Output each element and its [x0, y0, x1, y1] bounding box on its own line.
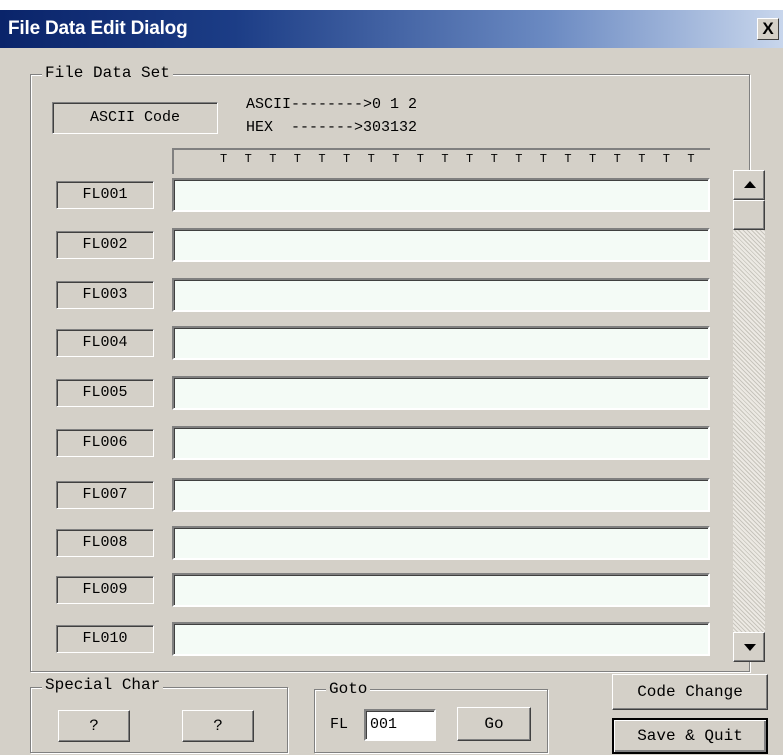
vertical-scrollbar[interactable]: [733, 170, 765, 662]
row-label-fl003: FL003: [56, 281, 154, 309]
row-field-fl002[interactable]: [172, 228, 710, 262]
ruler-tick: T: [367, 152, 375, 166]
row-field-fl001[interactable]: [172, 178, 710, 212]
special-char-button-1[interactable]: ?: [58, 710, 130, 742]
special-char-button-2[interactable]: ?: [182, 710, 254, 742]
row-label-fl006: FL006: [56, 429, 154, 457]
ruler-tick: T: [662, 152, 670, 166]
scroll-down-button[interactable]: [733, 632, 765, 662]
special-char-legend: Special Char: [42, 676, 164, 694]
row-label-fl010: FL010: [56, 625, 154, 653]
save-quit-button[interactable]: Save & Quit: [612, 718, 768, 754]
ruler-tick: T: [318, 152, 326, 166]
title-bar[interactable]: File Data Edit Dialog X: [0, 10, 783, 48]
row-label-fl008: FL008: [56, 529, 154, 557]
hex-hint: HEX ------->303132: [246, 119, 418, 136]
row-field-fl003[interactable]: [172, 278, 710, 312]
file-data-set-legend: File Data Set: [42, 64, 173, 82]
row-label-fl009: FL009: [56, 576, 154, 604]
ruler-tick: T: [269, 152, 277, 166]
ruler-tick: T: [466, 152, 474, 166]
goto-legend: Goto: [326, 680, 371, 698]
row-field-fl007[interactable]: [172, 478, 710, 512]
ruler-tick: T: [613, 152, 621, 166]
column-ruler: TTTTTTTTTTTTTTTTTTTT: [172, 148, 710, 174]
row-field-fl005[interactable]: [172, 376, 710, 410]
ruler-tick: T: [539, 152, 547, 166]
row-field-fl010[interactable]: [172, 622, 710, 656]
ruler-tick: T: [343, 152, 351, 166]
ascii-code-button[interactable]: ASCII Code: [52, 102, 218, 134]
ruler-tick: T: [220, 152, 228, 166]
goto-fl-prefix: FL: [330, 716, 349, 733]
ruler-tick: T: [244, 152, 252, 166]
row-label-fl001: FL001: [56, 181, 154, 209]
row-label-fl004: FL004: [56, 329, 154, 357]
ruler-tick: T: [490, 152, 498, 166]
row-label-fl007: FL007: [56, 481, 154, 509]
ruler-tick: T: [293, 152, 301, 166]
row-field-fl009[interactable]: [172, 573, 710, 607]
window-title: File Data Edit Dialog: [8, 18, 188, 39]
code-change-button[interactable]: Code Change: [612, 674, 768, 710]
arrow-down-icon: [744, 644, 756, 651]
goto-line-input[interactable]: 001: [364, 709, 436, 741]
row-field-fl008[interactable]: [172, 526, 710, 560]
ruler-tick: T: [392, 152, 400, 166]
ruler-tick: T: [564, 152, 572, 166]
ruler-tick: T: [441, 152, 449, 166]
ruler-tick: T: [416, 152, 424, 166]
arrow-up-icon: [744, 181, 756, 188]
ruler-tick: T: [687, 152, 695, 166]
go-button[interactable]: Go: [457, 707, 531, 741]
ruler-tick: T: [638, 152, 646, 166]
row-field-fl006[interactable]: [172, 426, 710, 460]
row-label-fl005: FL005: [56, 379, 154, 407]
row-field-fl004[interactable]: [172, 326, 710, 360]
scroll-thumb[interactable]: [733, 200, 765, 230]
ruler-tick: T: [515, 152, 523, 166]
ascii-hint: ASCII-------->0 1 2: [246, 96, 418, 113]
scroll-up-button[interactable]: [733, 170, 765, 200]
file-data-edit-dialog: File Data Edit Dialog X File Data Set AS…: [0, 10, 783, 755]
row-label-fl002: FL002: [56, 231, 154, 259]
ruler-tick: T: [589, 152, 597, 166]
close-button[interactable]: X: [757, 18, 779, 40]
